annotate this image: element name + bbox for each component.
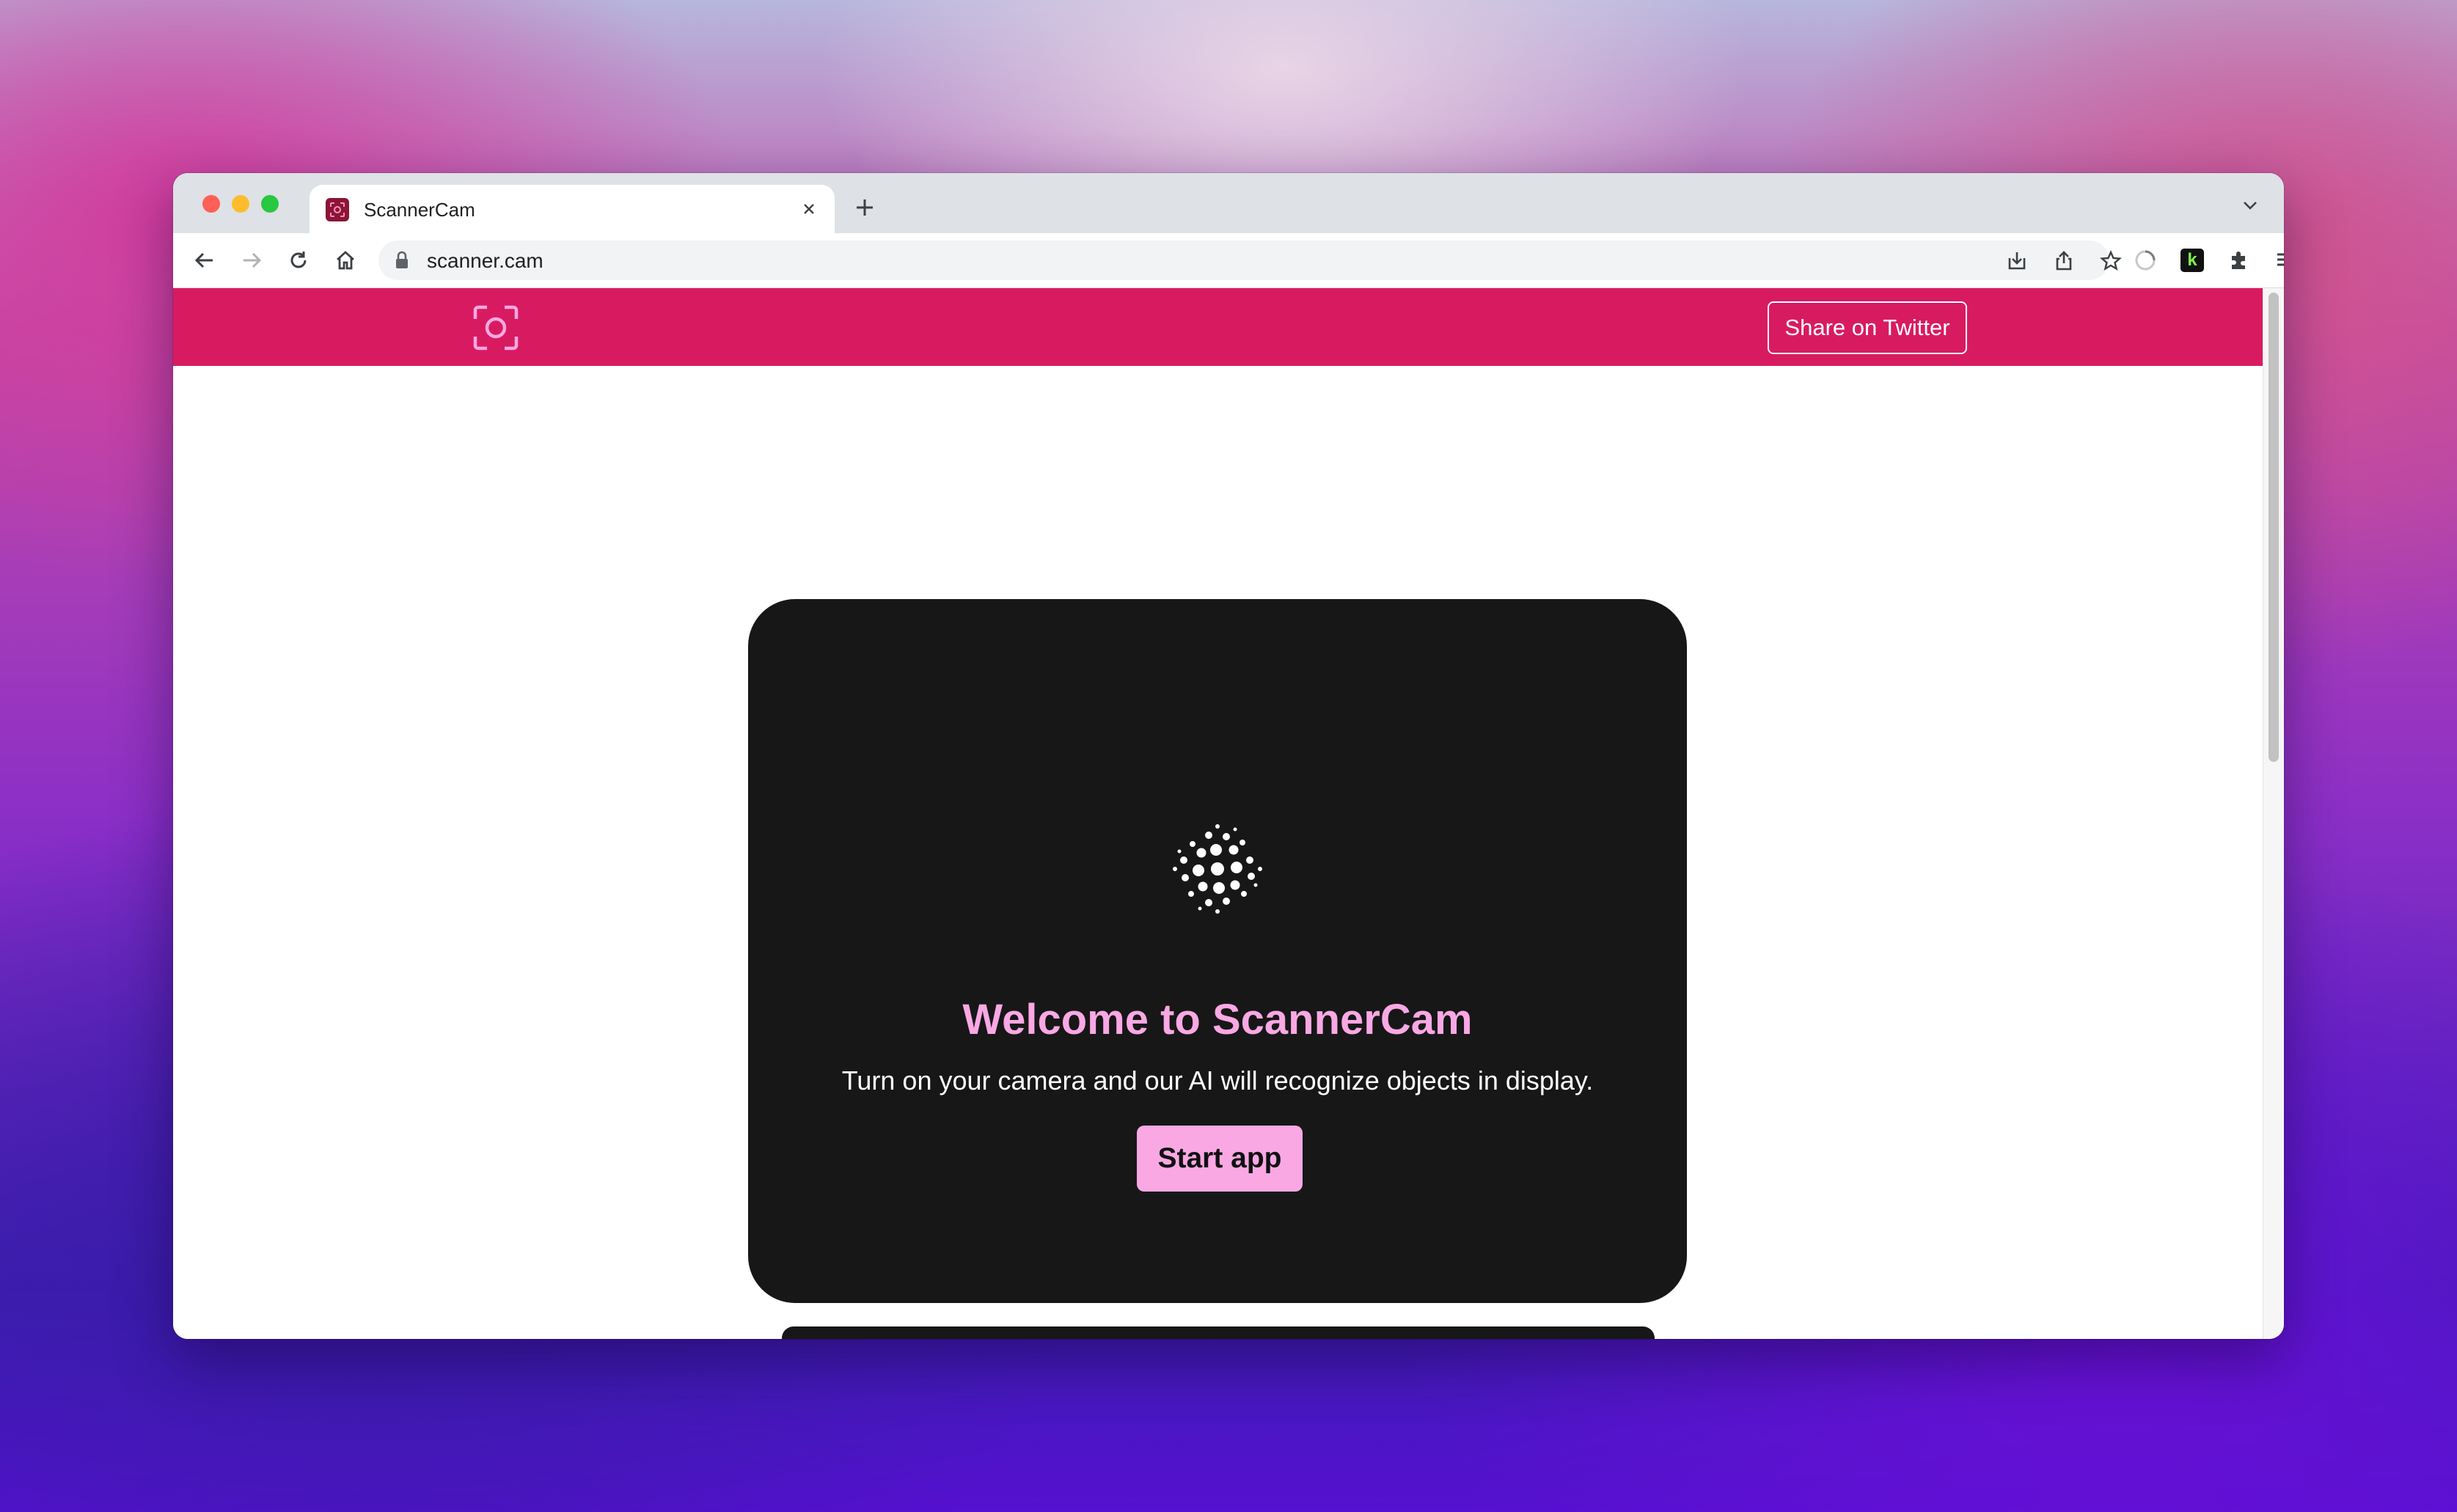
new-tab-plus-icon[interactable] [846,189,883,226]
forward-icon[interactable] [235,243,268,277]
browser-toolbar: scanner.cam k [173,233,2284,288]
close-tab-icon[interactable] [797,197,821,221]
ai-dots-icon [1173,824,1262,914]
site-header: Share on Twitter [173,288,2263,366]
scannercam-favicon-icon [326,198,349,221]
tab-title: ScannerCam [364,199,475,221]
bookmark-star-icon[interactable] [2096,246,2125,276]
tab-scannercam[interactable]: ScannerCam [310,185,835,233]
reload-icon[interactable] [282,243,315,277]
welcome-title: Welcome to ScannerCam [962,996,1473,1043]
home-icon[interactable] [329,243,362,277]
page-scrollbar[interactable] [2263,288,2284,1339]
tab-strip: ScannerCam [173,173,2284,233]
maximize-window-button[interactable] [261,195,279,213]
url-text: scanner.cam [427,249,543,272]
minimize-window-button[interactable] [232,195,249,213]
browser-window: ScannerCam scanner.cam k Share on Twitte… [173,173,2284,1339]
scanner-logo-icon[interactable] [472,304,519,351]
page-viewport: Share on Twitter Welcome to ScannerCam T… [173,288,2263,1339]
welcome-subtitle: Turn on your camera and our AI will reco… [841,1065,1594,1096]
reading-list-icon[interactable] [2269,243,2284,277]
start-app-button[interactable]: Start app [1137,1126,1303,1192]
device-base-bar [782,1326,1655,1339]
app-device-frame: Welcome to ScannerCam Turn on your camer… [748,599,1687,1303]
scrollbar-thumb[interactable] [2269,293,2279,762]
k-extension-icon[interactable]: k [2175,243,2209,277]
lock-icon[interactable] [395,251,409,274]
puzzle-extensions-icon[interactable] [2222,243,2256,277]
tab-search-chevron-down-icon[interactable] [2236,191,2265,220]
loader-extension-icon[interactable] [2128,243,2162,277]
install-icon[interactable] [2002,246,2032,276]
share-on-twitter-button[interactable]: Share on Twitter [1768,301,1967,354]
share-icon[interactable] [2049,246,2079,276]
back-icon[interactable] [188,243,221,277]
close-window-button[interactable] [202,195,220,213]
address-bar[interactable]: scanner.cam [378,241,2122,280]
